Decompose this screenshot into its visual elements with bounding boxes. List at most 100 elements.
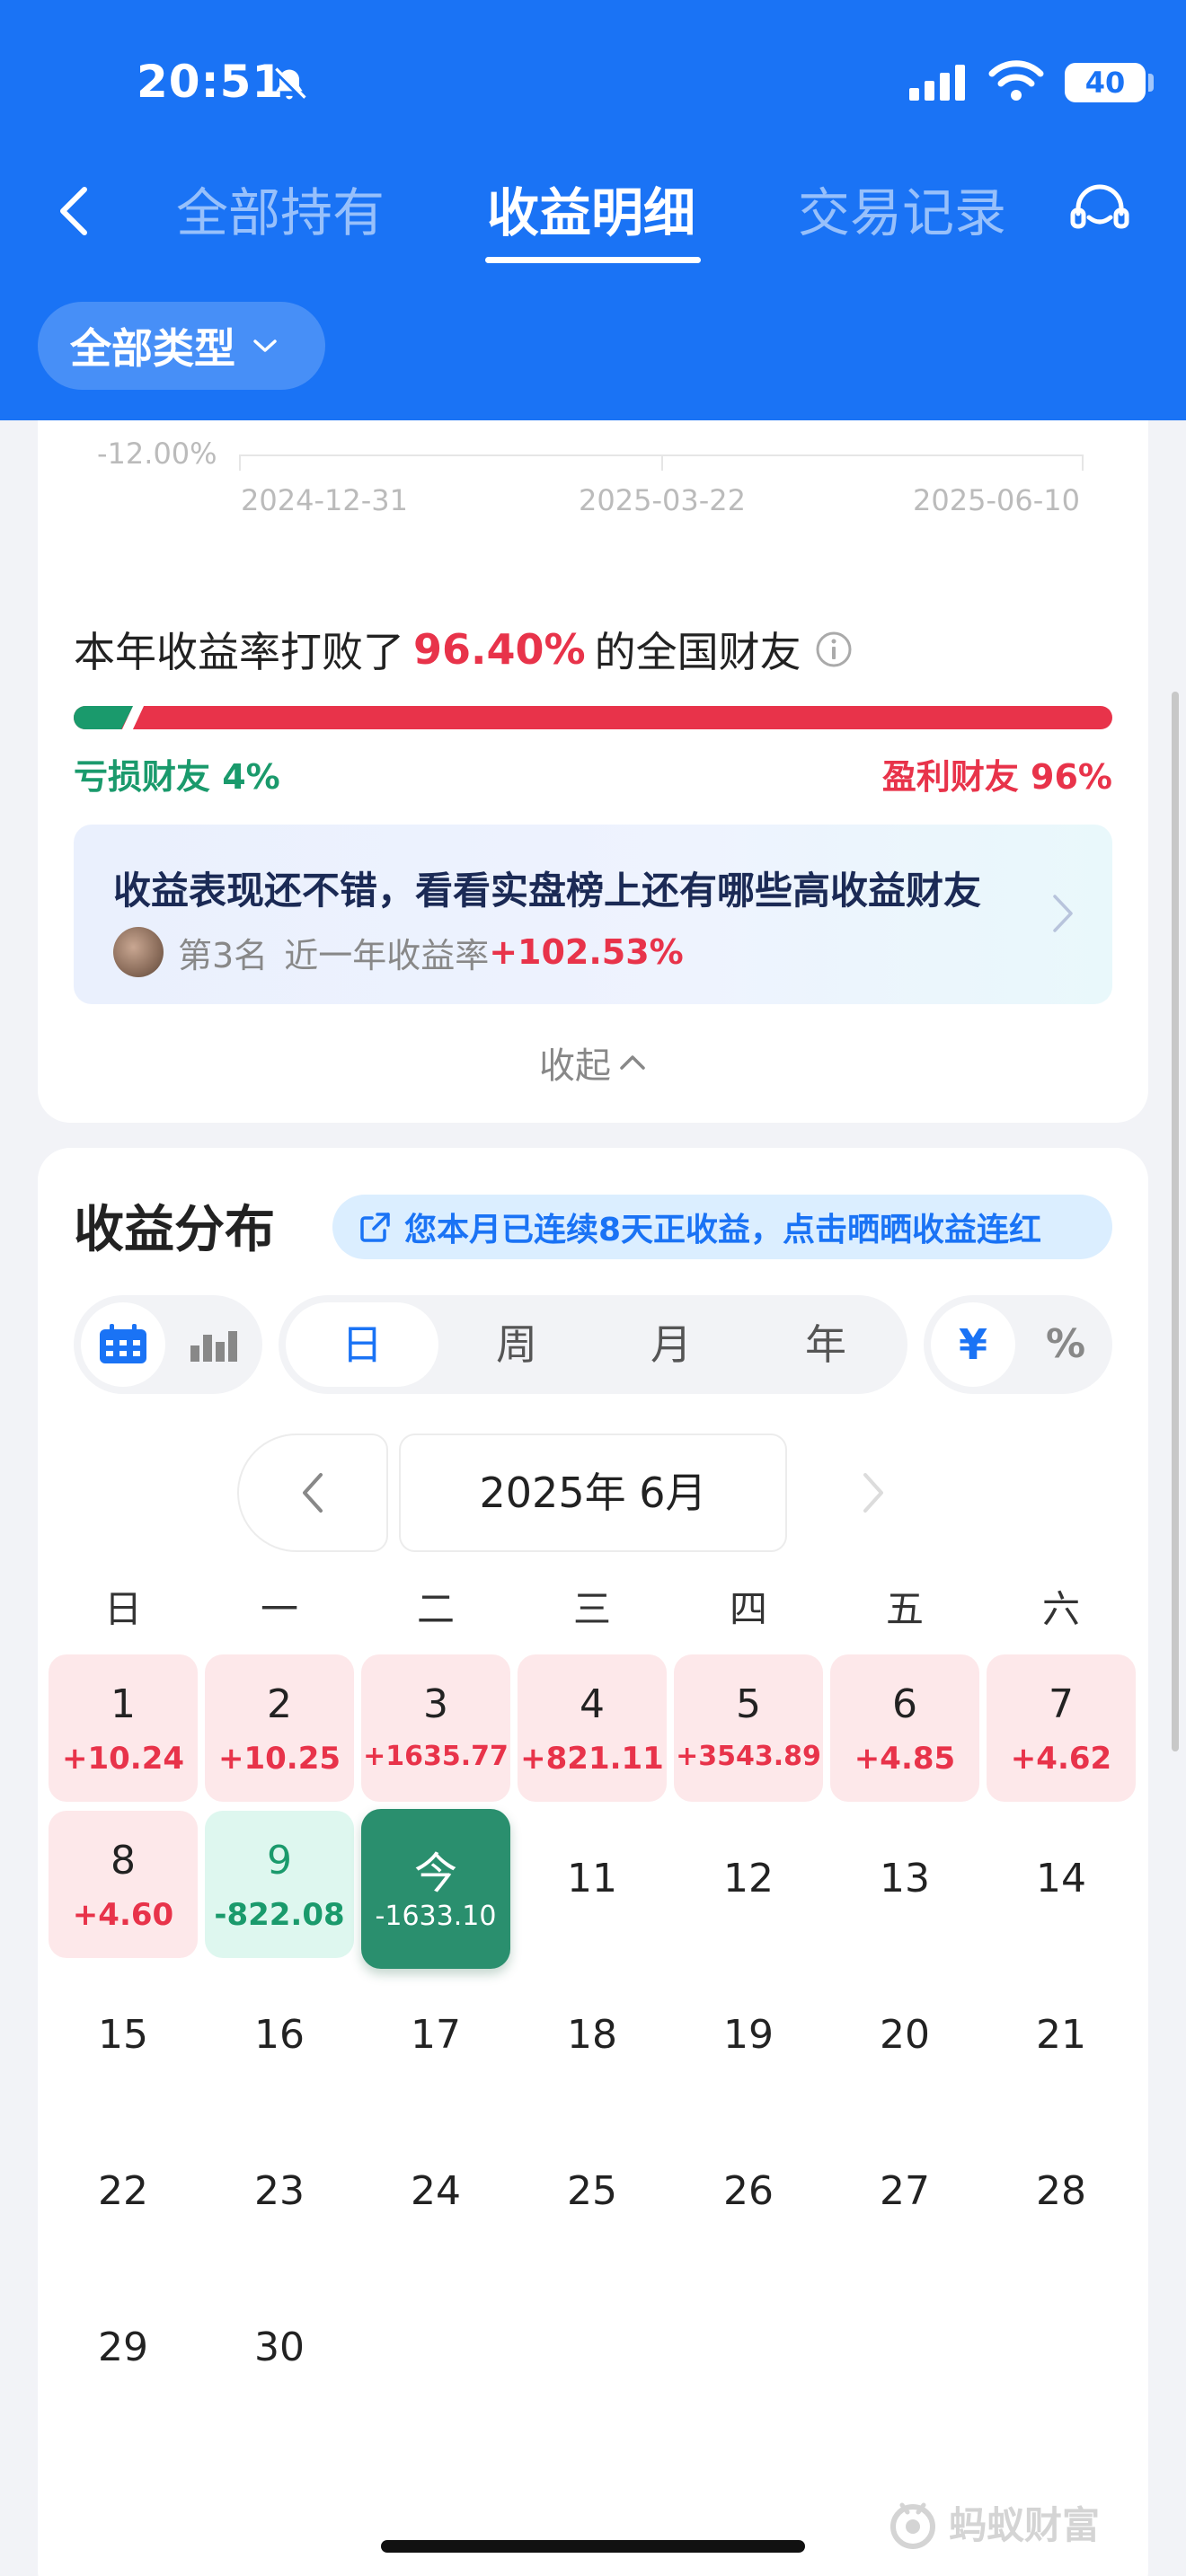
day-number: 5 <box>736 1681 761 1727</box>
day-number: 25 <box>567 2168 617 2214</box>
unit-toggle[interactable]: ¥ % <box>924 1295 1112 1394</box>
calendar-day[interactable]: 3 +1635.77 <box>361 1654 510 1802</box>
calendar-day[interactable]: 6 +4.85 <box>830 1654 979 1802</box>
unit-percent[interactable]: % <box>1021 1295 1111 1394</box>
back-arrow-icon[interactable] <box>47 175 101 247</box>
weekday-label: 五 <box>885 1587 924 1631</box>
calendar-day[interactable]: 5 +3543.89 <box>674 1654 823 1802</box>
day-number: 9 <box>267 1838 292 1883</box>
calendar-day[interactable]: 26 <box>674 2123 823 2271</box>
day-number: 1 <box>111 1681 136 1727</box>
weekday-label: 一 <box>260 1587 298 1631</box>
day-number: 8 <box>111 1838 136 1883</box>
tab-transactions[interactable]: 交易记录 <box>798 171 1006 246</box>
day-number: 24 <box>411 2168 461 2214</box>
promo-rate-value: +102.53% <box>489 932 684 972</box>
calendar-day[interactable]: 29 <box>49 2280 198 2427</box>
prev-month-button[interactable] <box>237 1434 388 1552</box>
battery-tip <box>1148 74 1154 92</box>
type-filter-dropdown[interactable]: 全部类型 <box>38 302 325 390</box>
day-number: 6 <box>892 1681 917 1727</box>
current-month-label[interactable]: 2025年 6月 <box>399 1434 787 1552</box>
bar-chart-icon[interactable] <box>189 1326 239 1363</box>
ant-logo-icon <box>890 2502 935 2549</box>
type-filter-label: 全部类型 <box>70 324 235 373</box>
calendar-view-option[interactable] <box>81 1302 165 1387</box>
weekday-label: 三 <box>572 1587 611 1631</box>
calendar-day[interactable]: 18 <box>518 1967 667 2114</box>
day-number: 21 <box>1036 2012 1086 2058</box>
calendar-day[interactable]: 7 +4.62 <box>987 1654 1136 1802</box>
period-week[interactable]: 周 <box>440 1295 593 1394</box>
day-number: 13 <box>880 1856 930 1901</box>
day-number: 3 <box>423 1681 448 1727</box>
calendar-day[interactable]: 23 <box>205 2123 354 2271</box>
collapse-button[interactable]: 收起 <box>38 1037 1148 1089</box>
calendar-day[interactable]: 12 <box>674 1811 823 1958</box>
customer-service-icon[interactable] <box>1067 178 1132 243</box>
tab-all-holdings[interactable]: 全部持有 <box>176 171 385 246</box>
chevron-right-icon <box>863 1473 883 1513</box>
calendar-day[interactable]: 9 -822.08 <box>205 1811 354 1958</box>
streak-share-banner[interactable]: 您本月已连续8天正收益，点击晒晒收益连红 <box>332 1195 1112 1259</box>
collapse-label: 收起 <box>539 1045 611 1087</box>
tab-earnings-detail[interactable]: 收益明细 <box>487 171 695 246</box>
beat-prefix: 本年收益率打败了 <box>74 628 404 676</box>
chart-x-label-mid: 2025-03-22 <box>579 483 746 517</box>
period-month[interactable]: 月 <box>595 1295 748 1394</box>
calendar-day[interactable]: 20 <box>830 1967 979 2114</box>
day-number: 22 <box>98 2168 148 2214</box>
chart-x-tick <box>661 454 663 471</box>
calendar-day[interactable]: 2 +10.25 <box>205 1654 354 1802</box>
calendar-day[interactable]: 30 <box>205 2280 354 2427</box>
day-number: 今 <box>413 1848 457 1899</box>
home-indicator[interactable] <box>381 2540 805 2553</box>
beat-suffix: 的全国财友 <box>594 628 801 676</box>
view-mode-toggle[interactable] <box>74 1295 262 1394</box>
calendar-day[interactable]: 13 <box>830 1811 979 1958</box>
calendar-day[interactable]: 21 <box>987 1967 1136 2114</box>
weekday-label: 日 <box>103 1587 142 1631</box>
day-earning: +4.62 <box>1010 1741 1112 1777</box>
day-number: 14 <box>1036 1856 1086 1901</box>
period-day[interactable]: 日 <box>286 1295 438 1394</box>
calendar-day[interactable]: 19 <box>674 1967 823 2114</box>
calendar-day-today[interactable]: 今 -1633.10 <box>361 1809 510 1969</box>
calendar-day[interactable]: 17 <box>361 1967 510 2114</box>
bell-muted-icon <box>272 67 306 101</box>
status-time: 20:51 <box>137 56 285 108</box>
calendar-day[interactable]: 22 <box>49 2123 198 2271</box>
promo-title: 收益表现还不错，看看实盘榜上还有哪些高收益财友 <box>113 869 982 913</box>
day-number: 27 <box>880 2168 930 2214</box>
day-number: 30 <box>254 2325 305 2370</box>
period-year[interactable]: 年 <box>749 1295 902 1394</box>
calendar-day[interactable]: 4 +821.11 <box>518 1654 667 1802</box>
calendar-day[interactable]: 15 <box>49 1967 198 2114</box>
chevron-up-icon <box>620 1055 645 1070</box>
distribution-title: 收益分布 <box>74 1201 275 1259</box>
chevron-down-icon <box>253 340 277 352</box>
calendar-day[interactable]: 8 +4.60 <box>49 1811 198 1958</box>
calendar-day[interactable]: 11 <box>518 1811 667 1958</box>
calendar-day[interactable]: 25 <box>518 2123 667 2271</box>
day-earning: +4.60 <box>72 1897 174 1933</box>
battery-indicator: 40 <box>1065 63 1146 102</box>
day-earning: -1633.10 <box>375 1901 497 1932</box>
calendar-day[interactable]: 1 +10.24 <box>49 1654 198 1802</box>
period-selector[interactable]: 日 周 月 年 <box>279 1295 907 1394</box>
calendar-day[interactable]: 28 <box>987 2123 1136 2271</box>
cellular-signal-icon <box>909 65 965 101</box>
day-number: 20 <box>880 2012 930 2058</box>
calendar-day[interactable]: 27 <box>830 2123 979 2271</box>
watermark-text: 蚂蚁财富 <box>949 2503 1101 2547</box>
calendar-day[interactable]: 14 <box>987 1811 1136 1958</box>
calendar-day[interactable]: 16 <box>205 1967 354 2114</box>
next-month-button[interactable] <box>798 1434 949 1552</box>
scrollbar[interactable] <box>1172 692 1179 1751</box>
day-earning: +10.24 <box>61 1741 185 1777</box>
calendar-day[interactable]: 24 <box>361 2123 510 2271</box>
info-icon[interactable] <box>814 630 854 669</box>
leaderboard-promo-banner[interactable]: 收益表现还不错，看看实盘榜上还有哪些高收益财友 第3名 近一年收益率 +102.… <box>74 825 1112 1004</box>
unit-currency[interactable]: ¥ <box>931 1302 1015 1387</box>
day-number: 17 <box>411 2012 461 2058</box>
